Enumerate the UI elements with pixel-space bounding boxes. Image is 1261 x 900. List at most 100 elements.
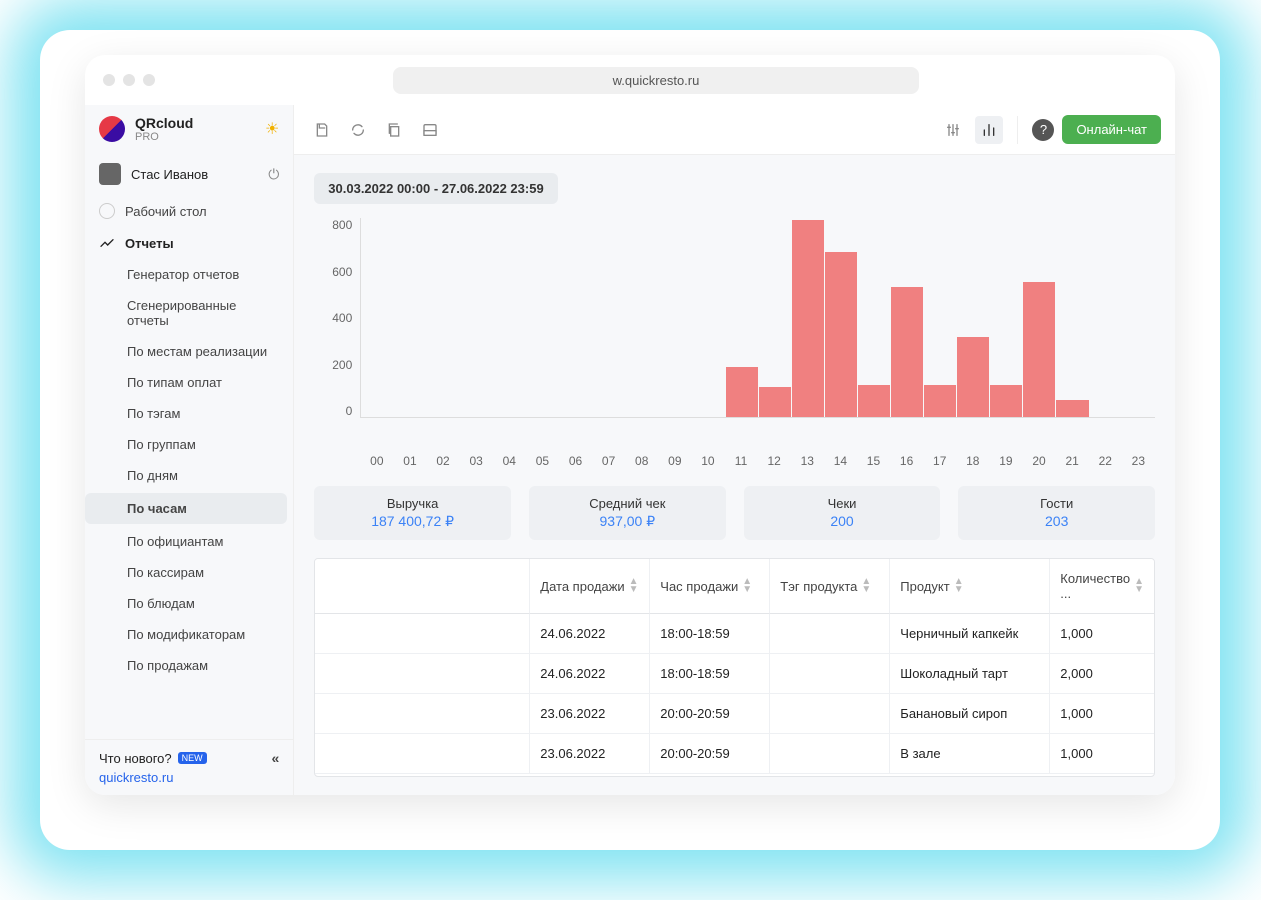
bar[interactable] <box>1122 217 1155 417</box>
url-bar[interactable]: w.quickresto.ru <box>393 67 920 94</box>
bar[interactable] <box>957 217 990 417</box>
copy-icon[interactable] <box>380 116 408 144</box>
sort-icon: ▲▼ <box>954 578 964 594</box>
filter-icon[interactable] <box>939 116 967 144</box>
chart-icon[interactable] <box>975 116 1003 144</box>
nav-reports[interactable]: Отчеты <box>85 227 293 259</box>
nav-dashboard[interactable]: Рабочий стол <box>85 195 293 227</box>
brand-row[interactable]: QRcloud PRO ☀ <box>85 105 293 153</box>
theme-icon[interactable]: ☀ <box>265 119 279 139</box>
help-icon[interactable]: ? <box>1032 119 1054 141</box>
nav-sub-item[interactable]: По типам оплат <box>85 367 293 398</box>
nav-sub-item[interactable]: Сгенерированные отчеты <box>85 290 293 336</box>
table-header-cell[interactable]: Час продажи▲▼ <box>650 559 770 614</box>
bar[interactable] <box>394 217 427 417</box>
bar[interactable] <box>593 217 626 417</box>
metric-card[interactable]: Выручка187 400,72 ₽ <box>314 486 511 540</box>
save-icon[interactable] <box>308 116 336 144</box>
nav-sub-item[interactable]: Генератор отчетов <box>85 259 293 290</box>
collapse-icon[interactable]: « <box>271 750 279 766</box>
metric-card[interactable]: Средний чек 937,00 ₽ <box>529 486 726 540</box>
bar[interactable] <box>758 217 791 417</box>
nav-sub-item[interactable]: По блюдам <box>85 588 293 619</box>
date-range[interactable]: 30.03.2022 00:00 - 27.06.2022 23:59 <box>314 173 557 204</box>
table-header-cell[interactable] <box>315 559 530 614</box>
content: 30.03.2022 00:00 - 27.06.2022 23:59 8006… <box>294 155 1175 795</box>
table-cell: 1,000 <box>1050 734 1154 774</box>
bar[interactable] <box>924 217 957 417</box>
sort-icon: ▲▼ <box>629 578 639 594</box>
bar[interactable] <box>659 217 692 417</box>
bar[interactable] <box>857 217 890 417</box>
nav-sub-item[interactable]: По местам реализации <box>85 336 293 367</box>
online-chat-button[interactable]: Онлайн-чат <box>1062 115 1161 144</box>
table-cell <box>770 734 890 774</box>
bar[interactable] <box>692 217 725 417</box>
bar[interactable] <box>461 217 494 417</box>
max-dot[interactable] <box>143 74 155 86</box>
min-dot[interactable] <box>123 74 135 86</box>
app-window: w.quickresto.ru QRcloud PRO ☀ Стас Ивано… <box>85 55 1175 795</box>
metric-value: 937,00 ₽ <box>539 513 716 530</box>
user-row[interactable]: Стас Иванов ⏻ <box>85 153 293 195</box>
nav-sub-item[interactable]: По кассирам <box>85 557 293 588</box>
nav-sub-item[interactable]: По официантам <box>85 526 293 557</box>
bar[interactable] <box>791 217 824 417</box>
bar[interactable] <box>1023 217 1056 417</box>
table-header-cell[interactable]: Количество ...▲▼ <box>1050 559 1154 614</box>
new-badge: NEW <box>178 752 207 764</box>
bar[interactable] <box>560 217 593 417</box>
bar[interactable] <box>1089 217 1122 417</box>
traffic-lights <box>103 74 155 86</box>
bar[interactable] <box>891 217 924 417</box>
bar[interactable] <box>527 217 560 417</box>
nav-sub-item[interactable]: По тэгам <box>85 398 293 429</box>
table-cell: Шоколадный тарт <box>890 654 1050 694</box>
table-row[interactable]: 24.06.202218:00-18:59Черничный капкейк1,… <box>315 614 1154 654</box>
bar[interactable] <box>725 217 758 417</box>
metric-label: Средний чек <box>539 496 716 511</box>
nav-sub-item[interactable]: По продажам <box>85 650 293 681</box>
nav-sub-item[interactable]: По часам <box>85 493 287 524</box>
table-cell: Черничный капкейк <box>890 614 1050 654</box>
chart-plot <box>360 218 1155 418</box>
table-cell: 24.06.2022 <box>530 654 650 694</box>
refresh-icon[interactable] <box>344 116 372 144</box>
metric-value: 187 400,72 ₽ <box>324 513 501 530</box>
power-icon[interactable]: ⏻ <box>268 166 279 183</box>
metrics-row: Выручка187 400,72 ₽ Средний чек 937,00 ₽ Че… <box>314 486 1155 540</box>
table-header-cell[interactable]: Дата продажи▲▼ <box>530 559 650 614</box>
bar[interactable] <box>626 217 659 417</box>
metric-card[interactable]: Гости203 <box>958 486 1155 540</box>
table-header-cell[interactable]: Продукт▲▼ <box>890 559 1050 614</box>
bar[interactable] <box>361 217 394 417</box>
nav-sub-item[interactable]: По группам <box>85 429 293 460</box>
table-cell <box>770 654 890 694</box>
table-cell <box>315 694 530 734</box>
bar[interactable] <box>824 217 857 417</box>
bar[interactable] <box>494 217 527 417</box>
sidebar: QRcloud PRO ☀ Стас Иванов ⏻ Рабочий стол… <box>85 105 294 795</box>
footer-link[interactable]: quickresto.ru <box>99 770 279 785</box>
metric-card[interactable]: Чеки200 <box>744 486 941 540</box>
nav-sub-item[interactable]: По модификаторам <box>85 619 293 650</box>
table-cell: 23.06.2022 <box>530 694 650 734</box>
inbox-icon[interactable] <box>416 116 444 144</box>
table-cell: 18:00-18:59 <box>650 614 770 654</box>
metric-label: Гости <box>968 496 1145 511</box>
sort-icon: ▲▼ <box>861 578 871 594</box>
sidebar-footer: Что нового? NEW « quickresto.ru <box>85 739 293 795</box>
bar[interactable] <box>1056 217 1089 417</box>
nav-sub-item[interactable]: По дням <box>85 460 293 491</box>
table-cell: 18:00-18:59 <box>650 654 770 694</box>
table-row[interactable]: 23.06.202220:00-20:59Банановый сироп1,00… <box>315 694 1154 734</box>
table-header-cell[interactable]: Тэг продукта▲▼ <box>770 559 890 614</box>
table-row[interactable]: 23.06.202220:00-20:59В зале1,000 <box>315 734 1154 774</box>
whats-new-label: Что нового? <box>99 751 172 766</box>
bar[interactable] <box>427 217 460 417</box>
bar[interactable] <box>990 217 1023 417</box>
close-dot[interactable] <box>103 74 115 86</box>
table-row[interactable]: 24.06.202218:00-18:59Шоколадный тарт2,00… <box>315 654 1154 694</box>
whats-new[interactable]: Что нового? NEW « <box>99 750 279 766</box>
browser-bar: w.quickresto.ru <box>85 55 1175 105</box>
